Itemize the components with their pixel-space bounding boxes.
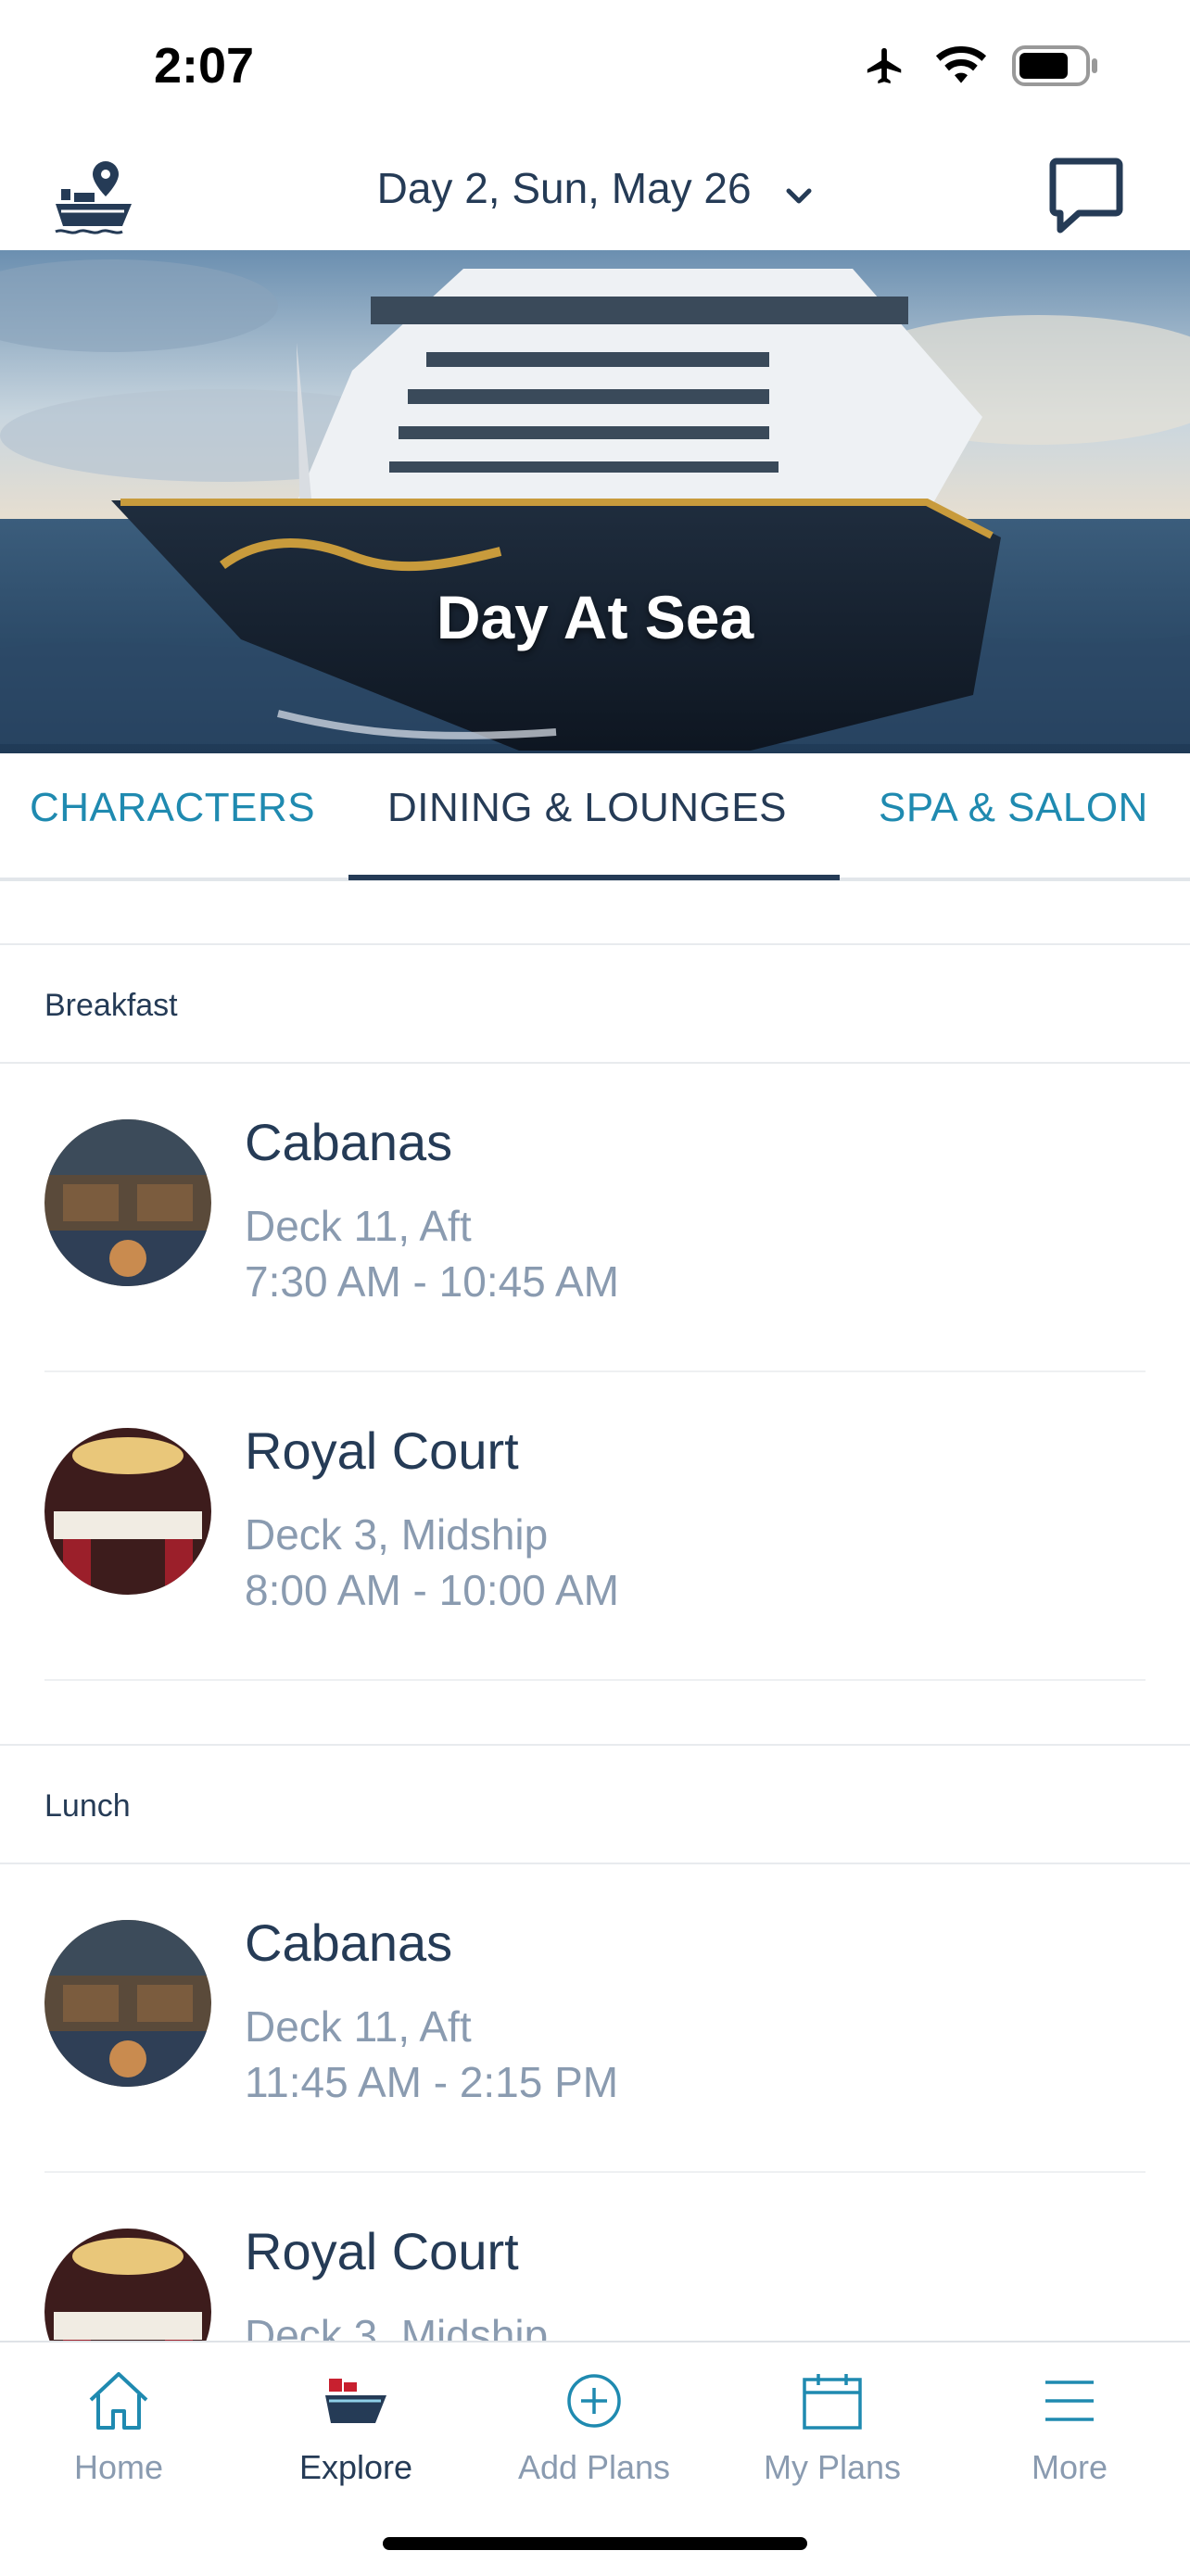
restaurant-hours: 11:45 AM - 2:15 PM: [245, 2058, 619, 2106]
list-item[interactable]: Cabanas Deck 11, Aft 11:45 AM - 2:15 PM: [0, 1864, 1190, 2173]
menu-icon: [1045, 2380, 1094, 2421]
wifi-icon: [935, 46, 987, 83]
cruise-ship-image: [0, 250, 1190, 753]
tab-home[interactable]: Home: [26, 2361, 211, 2487]
day-label: Day 2, Sun, May 26: [376, 164, 752, 212]
restaurant-thumbnail: [44, 1428, 211, 1595]
battery-icon: [1012, 45, 1097, 86]
hero-banner: Day At Sea: [0, 250, 1190, 753]
tab-dining-lounges[interactable]: DINING & LOUNGES: [387, 785, 787, 831]
section-title: Lunch: [44, 1788, 131, 1824]
home-indicator: [383, 2537, 807, 2550]
section-title: Breakfast: [44, 988, 178, 1023]
restaurant-name: Royal Court: [245, 1421, 519, 1480]
status-bar: 2:07: [0, 0, 1190, 139]
ship-icon: [325, 2379, 386, 2423]
tab-spa-salon[interactable]: SPA & SALON: [879, 785, 1148, 831]
list-item[interactable]: Royal Court Deck 3, Midship 8:00 AM - 10…: [0, 1372, 1190, 1681]
chat-icon[interactable]: [1047, 154, 1125, 237]
home-icon: [89, 2372, 148, 2430]
tab-more[interactable]: More: [977, 2361, 1162, 2487]
restaurant-name: Cabanas: [245, 1113, 453, 1171]
tab-explore[interactable]: Explore: [263, 2361, 449, 2487]
top-header: Day 2, Sun, May 26: [0, 139, 1190, 250]
calendar-icon: [803, 2374, 862, 2430]
day-selector[interactable]: Day 2, Sun, May 26: [0, 163, 1190, 217]
row-divider: [44, 1679, 1146, 1681]
airplane-icon: [867, 47, 902, 84]
restaurant-thumbnail: [44, 1119, 211, 1286]
plus-circle-icon: [567, 2374, 621, 2428]
section-header-lunch: Lunch: [0, 1746, 1190, 1864]
restaurant-hours: 7:30 AM - 10:45 AM: [245, 1257, 620, 1306]
restaurant-hours: 8:00 AM - 10:00 AM: [245, 1566, 620, 1614]
list-item[interactable]: Cabanas Deck 11, Aft 7:30 AM - 10:45 AM: [0, 1064, 1190, 1372]
tab-label: Home: [73, 2448, 164, 2486]
status-time: 2:07: [154, 38, 255, 94]
active-tab-indicator: [348, 875, 840, 880]
tab-label: Explore: [298, 2448, 413, 2486]
restaurant-name: Cabanas: [245, 1913, 453, 1972]
restaurant-deck: Deck 3, Midship: [245, 1510, 549, 1559]
section-header-breakfast: Breakfast: [0, 945, 1190, 1064]
tab-my-plans[interactable]: My Plans: [740, 2361, 925, 2487]
tab-add-plans[interactable]: Add Plans: [501, 2361, 687, 2487]
tab-characters[interactable]: CHARACTERS: [30, 785, 315, 831]
restaurant-thumbnail: [44, 1920, 211, 2087]
tab-label: More: [1031, 2448, 1108, 2486]
tab-label: Add Plans: [517, 2448, 671, 2486]
restaurant-deck: Deck 11, Aft: [245, 2002, 472, 2051]
hero-title: Day At Sea: [436, 583, 754, 651]
category-tabs: CHARACTERS DINING & LOUNGES SPA & SALON: [0, 753, 1190, 881]
status-icons: [860, 44, 1101, 87]
restaurant-name: Royal Court: [245, 2222, 519, 2280]
restaurant-deck: Deck 11, Aft: [245, 1202, 472, 1250]
chevron-down-icon: [785, 167, 813, 217]
tab-label: My Plans: [763, 2448, 902, 2486]
